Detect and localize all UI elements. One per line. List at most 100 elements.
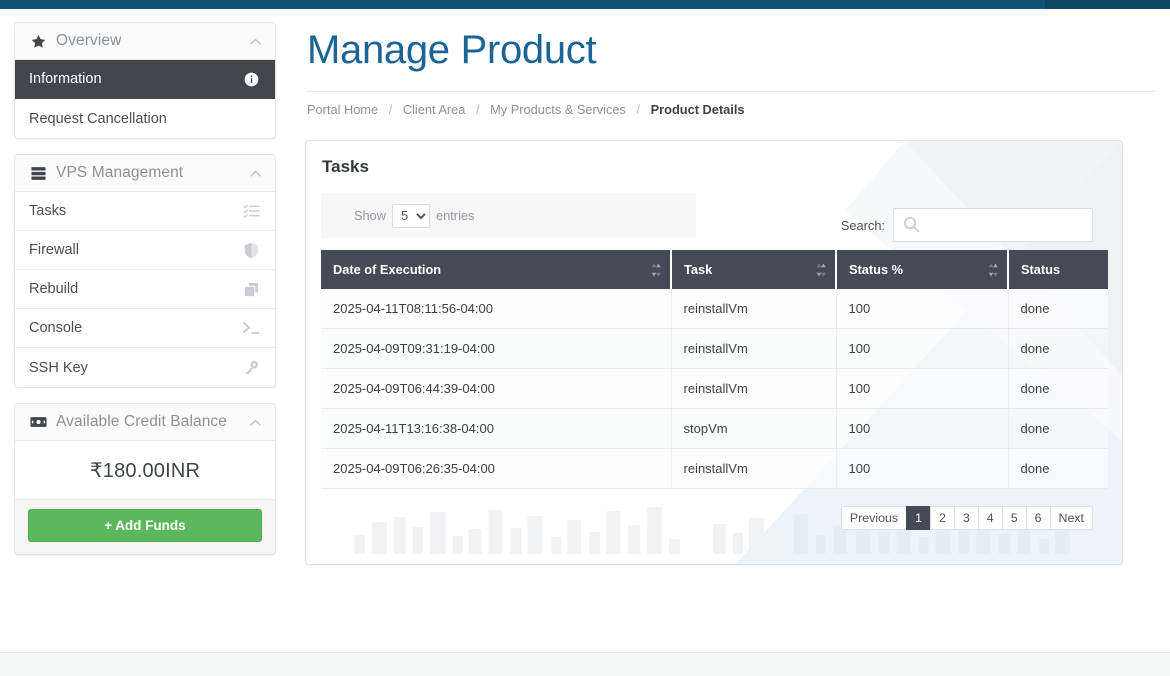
star-icon: [29, 32, 47, 50]
info-circle-icon: [241, 69, 261, 89]
sidebar-item-label: Tasks: [29, 203, 67, 219]
top-accent-bar: [0, 0, 1170, 9]
breadcrumb-separator: /: [636, 102, 641, 117]
money-bill-icon: [29, 413, 47, 431]
cell-task: reinstallVm: [671, 368, 837, 409]
search-input[interactable]: [893, 208, 1093, 242]
cell-status: done: [1008, 289, 1108, 329]
server-icon: [29, 164, 47, 182]
pagination-page-4[interactable]: 4: [977, 506, 1002, 530]
cell-status-percent: 100: [836, 368, 1009, 409]
chevron-up-icon[interactable]: [250, 419, 261, 426]
entries-length-control: Show 5 entries: [321, 193, 696, 238]
cell-date-of-execution: 2025-04-09T09:31:19-04:00: [321, 328, 672, 369]
cell-status: done: [1008, 408, 1108, 449]
sidebar-item-label: SSH Key: [29, 359, 88, 376]
sidebar-item-label: Request Cancellation: [29, 110, 167, 127]
cell-task: reinstallVm: [671, 289, 837, 329]
cell-task: stopVm: [671, 408, 837, 449]
panel-title-vps-management: VPS Management: [56, 164, 184, 181]
breadcrumb-item-portal-home[interactable]: Portal Home: [307, 102, 378, 117]
pagination-page-6[interactable]: 6: [1025, 506, 1050, 530]
column-header-date-of-execution[interactable]: Date of Execution: [321, 250, 672, 289]
panel-title-overview: Overview: [56, 32, 122, 49]
tasks-card-title: Tasks: [322, 157, 369, 176]
chevron-up-icon[interactable]: [250, 170, 261, 177]
panel-header-credit-balance[interactable]: Available Credit Balance: [15, 404, 275, 441]
pagination-page-1[interactable]: 1: [906, 506, 930, 530]
chevron-up-icon[interactable]: [250, 38, 261, 45]
sidebar-item-label: Information: [29, 71, 102, 87]
search-input-wrapper: [893, 208, 1093, 242]
tasks-card-inner: Tasks Show 5 entries Search: Date of Exe…: [306, 141, 1122, 530]
tasks-card: Tasks Show 5 entries Search: Date of Exe…: [305, 140, 1123, 565]
sidebar-item-request-cancellation[interactable]: Request Cancellation: [15, 99, 275, 138]
sidebar-item-ssh-key[interactable]: SSH Key: [15, 348, 275, 387]
cell-task: reinstallVm: [671, 328, 837, 369]
cell-status-percent: 100: [836, 408, 1009, 449]
table-row: 2025-04-11T08:11:56-04:00 reinstallVm 10…: [321, 289, 1108, 329]
column-header-task[interactable]: Task: [671, 250, 837, 289]
sidebar-item-console[interactable]: Console: [15, 309, 275, 348]
cell-status-percent: 100: [836, 289, 1009, 329]
terminal-icon: [241, 318, 261, 338]
footer: [0, 653, 1170, 676]
table-row: 2025-04-09T06:44:39-04:00 reinstallVm 10…: [321, 368, 1108, 409]
pagination-page-5[interactable]: 5: [1001, 506, 1026, 530]
column-label: Status %: [849, 262, 904, 277]
datatable-footer: Previous 1 2 3 4 5 6 Next: [321, 506, 1107, 530]
pagination-page-2[interactable]: 2: [929, 506, 954, 530]
sidebar-item-label: Firewall: [29, 242, 79, 258]
table-header-row: Date of Execution Task Status % Status: [321, 250, 1108, 289]
entries-per-page-select[interactable]: 5: [392, 203, 431, 228]
clone-icon: [241, 279, 261, 299]
tasks-table: Date of Execution Task Status % Status 2…: [321, 250, 1108, 489]
table-row: 2025-04-09T06:26:35-04:00 reinstallVm 10…: [321, 448, 1108, 489]
cell-status: done: [1008, 448, 1108, 489]
pagination-previous[interactable]: Previous: [840, 506, 907, 530]
pagination-next[interactable]: Next: [1049, 506, 1093, 530]
sort-arrows-icon: [988, 263, 998, 277]
breadcrumb-separator: /: [475, 102, 480, 117]
breadcrumb: Portal Home / Client Area / My Products …: [305, 92, 1155, 117]
breadcrumb-item-client-area[interactable]: Client Area: [403, 102, 466, 117]
cell-date-of-execution: 2025-04-11T13:16:38-04:00: [321, 408, 672, 449]
sidebar-item-rebuild[interactable]: Rebuild: [15, 270, 275, 309]
sidebar-item-label: Console: [29, 320, 83, 336]
column-header-status[interactable]: Status: [1008, 250, 1108, 289]
cell-status: done: [1008, 328, 1108, 369]
cell-date-of-execution: 2025-04-09T06:26:35-04:00: [321, 448, 672, 489]
cell-status-percent: 100: [836, 328, 1009, 369]
breadcrumb-separator: /: [388, 102, 393, 117]
page-body: Overview Information Request Cancellatio…: [0, 9, 1170, 676]
main-content: Manage Product Portal Home / Client Area…: [305, 15, 1155, 565]
breadcrumb-item-my-products-services[interactable]: My Products & Services: [490, 102, 626, 117]
column-label: Status: [1021, 262, 1061, 277]
entries-label: entries: [436, 208, 475, 223]
sidebar-item-tasks[interactable]: Tasks: [15, 192, 275, 231]
tasks-table-body: 2025-04-11T08:11:56-04:00 reinstallVm 10…: [321, 289, 1108, 489]
plus-icon: +: [104, 518, 113, 533]
credit-balance-amount: ₹180.00INR: [15, 441, 275, 499]
panel-header-vps-management[interactable]: VPS Management: [15, 155, 275, 192]
search-label: Search:: [840, 217, 885, 233]
show-label: Show: [354, 208, 387, 223]
add-funds-button[interactable]: + Add Funds: [28, 509, 262, 542]
cell-date-of-execution: 2025-04-09T06:44:39-04:00: [321, 368, 672, 409]
sort-arrows-icon: [651, 263, 661, 277]
pagination-page-3[interactable]: 3: [953, 506, 978, 530]
datatable-controls: Show 5 entries Search:: [321, 193, 1107, 242]
sidebar-panel-vps-management: VPS Management Tasks Firewall Rebuild Co…: [14, 154, 276, 388]
sidebar: Overview Information Request Cancellatio…: [14, 22, 276, 570]
cell-status-percent: 100: [836, 448, 1009, 489]
panel-header-overview[interactable]: Overview: [15, 23, 275, 60]
table-row: 2025-04-09T09:31:19-04:00 reinstallVm 10…: [321, 328, 1108, 369]
sidebar-item-firewall[interactable]: Firewall: [15, 231, 275, 270]
cell-date-of-execution: 2025-04-11T08:11:56-04:00: [321, 289, 672, 329]
sidebar-item-information[interactable]: Information: [15, 60, 275, 99]
tasks-table-head: Date of Execution Task Status % Status: [321, 250, 1108, 289]
page-title: Manage Product: [307, 28, 597, 72]
column-label: Date of Execution: [333, 262, 442, 277]
search-filter: Search:: [841, 208, 1093, 242]
column-header-status-percent[interactable]: Status %: [836, 250, 1009, 289]
